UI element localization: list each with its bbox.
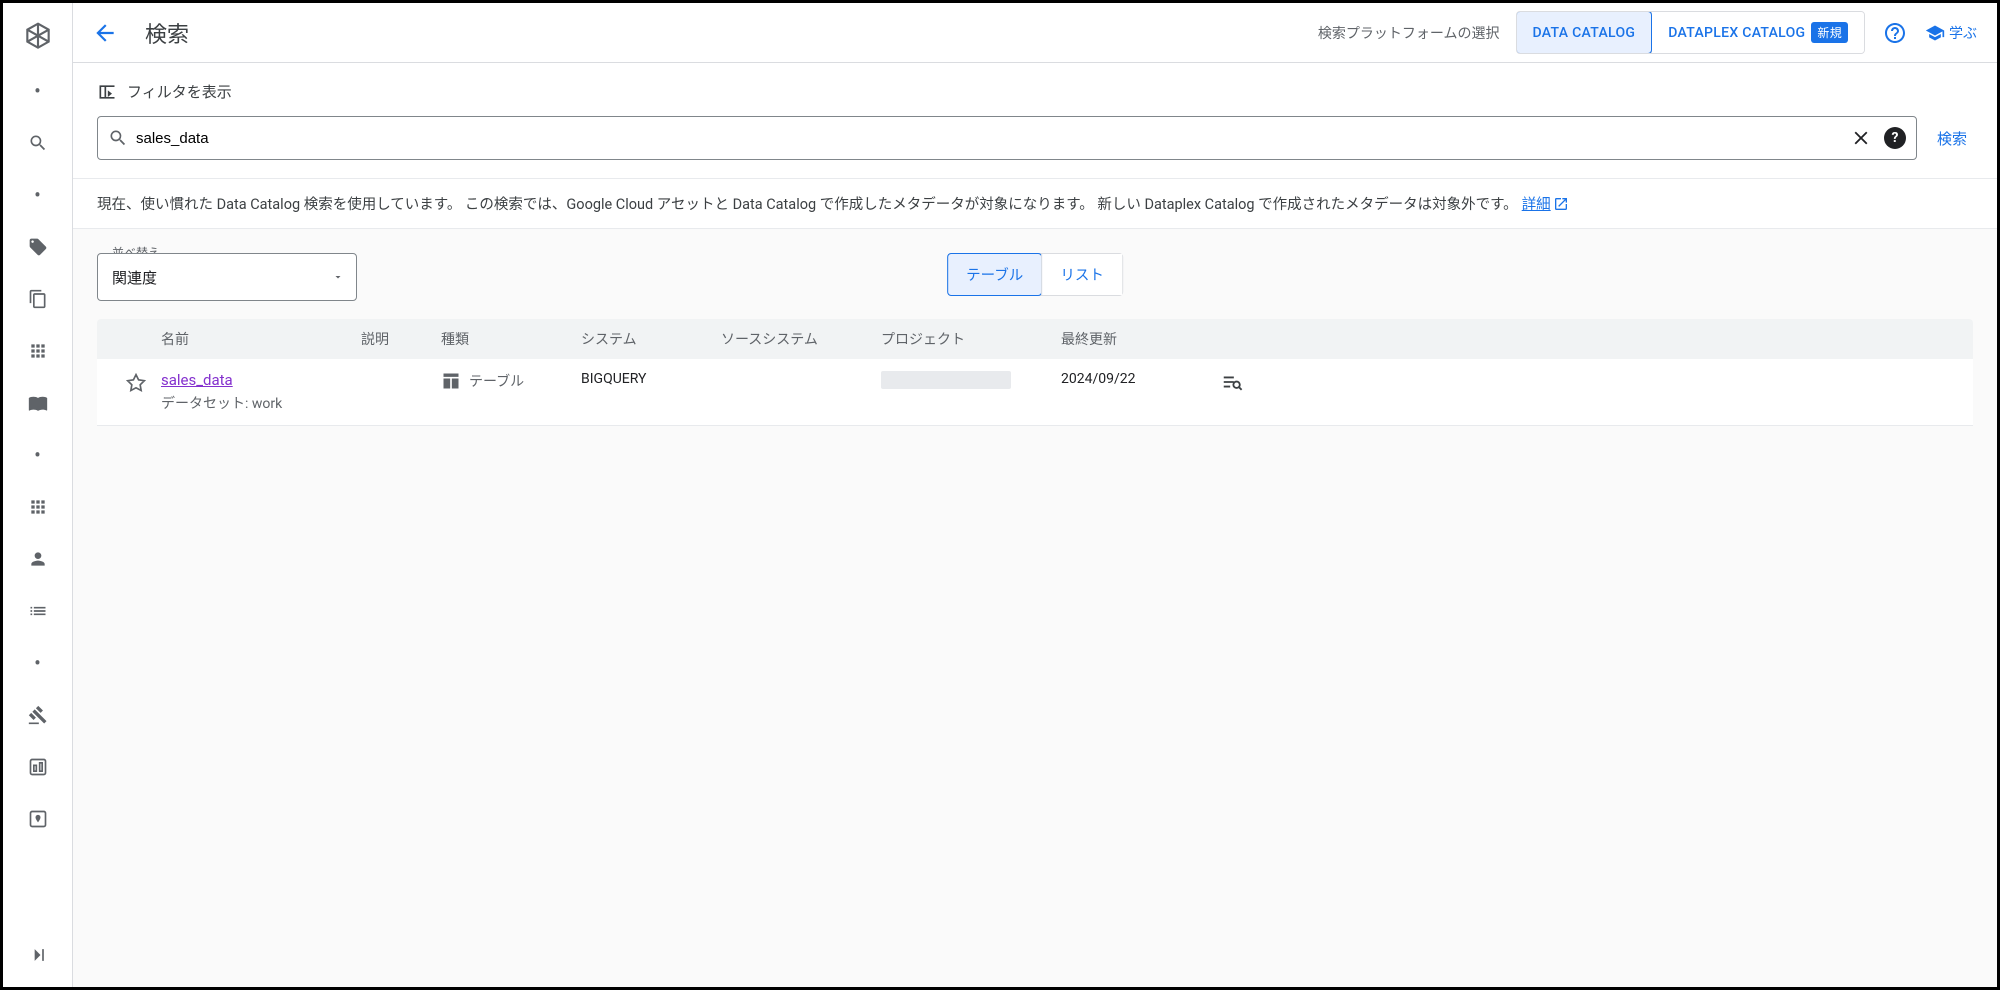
search-help-icon[interactable]: ? (1884, 127, 1906, 149)
page-title: 検索 (145, 17, 189, 49)
nav-book-icon[interactable] (18, 383, 58, 423)
nav-dot-icon[interactable]: • (18, 175, 58, 215)
info-notice: 現在、使い慣れた Data Catalog 検索を使用しています。 この検索では… (73, 178, 1997, 229)
new-badge: 新規 (1811, 22, 1848, 43)
nav-person-icon[interactable] (18, 539, 58, 579)
search-box: ? (97, 116, 1917, 160)
filter-toggle[interactable]: フィルタを表示 (73, 63, 1997, 116)
notice-details-link[interactable]: 詳細 (1522, 193, 1569, 214)
nav-copy-icon[interactable] (18, 279, 58, 319)
nav-list-icon[interactable] (18, 591, 58, 631)
nav-search-icon[interactable] (18, 123, 58, 163)
table-header: 名前 説明 種類 システム ソースシステム プロジェクト 最終更新 (97, 319, 1973, 359)
col-name: 名前 (161, 329, 361, 349)
view-label: リスト (1060, 267, 1104, 284)
content-area: フィルタを表示 ? 検索 現在、使い慣れた Data Catalog 検索を使用… (73, 63, 1997, 987)
tab-data-catalog[interactable]: DATA CATALOG (1516, 11, 1653, 54)
back-button[interactable] (83, 11, 127, 55)
search-icon (108, 128, 128, 148)
search-submit-button[interactable]: 検索 (1931, 128, 1973, 149)
updated-cell: 2024/09/22 (1061, 371, 1221, 387)
platform-select-label: 検索プラットフォームの選択 (1318, 23, 1500, 43)
star-toggle-icon[interactable] (126, 373, 146, 393)
table-icon (441, 371, 461, 391)
learn-link[interactable]: 学ぶ (1925, 23, 1977, 43)
nav-dot-icon[interactable]: • (18, 71, 58, 111)
nav-apps-icon[interactable] (18, 331, 58, 371)
col-type: 種類 (441, 329, 581, 349)
clear-search-button[interactable] (1844, 127, 1878, 149)
sort-select[interactable]: 関連度 (97, 253, 357, 301)
project-redacted (881, 371, 1011, 389)
sort-control: 並べ替え 関連度 (97, 253, 357, 301)
platform-tab-group: DATA CATALOG DATAPLEX CATALOG 新規 (1516, 11, 1865, 54)
col-last-updated: 最終更新 (1061, 329, 1221, 349)
search-input[interactable] (128, 130, 1844, 147)
result-subtitle: データセット: work (161, 393, 361, 413)
row-detail-icon[interactable] (1221, 371, 1271, 393)
external-link-icon (1553, 196, 1569, 212)
main-content: 検索 検索プラットフォームの選択 DATA CATALOG DATAPLEX C… (73, 3, 1997, 987)
table-row: sales_data データセット: work テーブル (97, 359, 1973, 426)
view-toggle: テーブル リスト (947, 253, 1123, 296)
type-label: テーブル (469, 371, 524, 391)
sort-value: 関連度 (112, 267, 157, 288)
nav-gavel-icon[interactable] (18, 695, 58, 735)
help-button[interactable] (1877, 15, 1913, 51)
nav-dot-icon[interactable]: • (18, 435, 58, 475)
view-table-button[interactable]: テーブル (947, 253, 1042, 296)
nav-tag-icon[interactable] (18, 227, 58, 267)
col-source-system: ソースシステム (721, 329, 881, 349)
system-cell: BIGQUERY (581, 371, 721, 387)
notice-text: 現在、使い慣れた Data Catalog 検索を使用しています。 この検索では… (97, 193, 1518, 214)
dropdown-arrow-icon (332, 271, 344, 283)
col-project: プロジェクト (881, 329, 1061, 349)
view-list-button[interactable]: リスト (1041, 254, 1122, 295)
results-table: 名前 説明 種類 システム ソースシステム プロジェクト 最終更新 (97, 319, 1973, 426)
nav-location-icon[interactable] (18, 799, 58, 839)
search-row: ? 検索 (73, 116, 1997, 178)
results-area: 並べ替え 関連度 テーブル リスト (73, 229, 1997, 450)
learn-label: 学ぶ (1949, 23, 1977, 43)
results-controls: 並べ替え 関連度 テーブル リスト (97, 253, 1973, 301)
col-description: 説明 (361, 329, 441, 349)
left-navigation-rail: • • • • (3, 3, 73, 987)
nav-apps2-icon[interactable] (18, 487, 58, 527)
filter-panel-icon (97, 82, 117, 102)
nav-expand-icon[interactable] (18, 935, 58, 975)
product-logo-icon[interactable] (20, 19, 56, 55)
link-label: 詳細 (1522, 193, 1551, 214)
type-cell: テーブル (441, 371, 581, 391)
show-filter-label: フィルタを表示 (127, 81, 232, 102)
col-system: システム (581, 329, 721, 349)
tab-dataplex-catalog[interactable]: DATAPLEX CATALOG 新規 (1651, 12, 1864, 53)
topbar: 検索 検索プラットフォームの選択 DATA CATALOG DATAPLEX C… (73, 3, 1997, 63)
result-name-link[interactable]: sales_data (161, 371, 233, 389)
nav-dashboard-icon[interactable] (18, 747, 58, 787)
nav-dot-icon[interactable]: • (18, 643, 58, 683)
tab-label: DATAPLEX CATALOG (1668, 25, 1805, 41)
tab-label: DATA CATALOG (1533, 25, 1636, 41)
view-label: テーブル (966, 267, 1023, 284)
